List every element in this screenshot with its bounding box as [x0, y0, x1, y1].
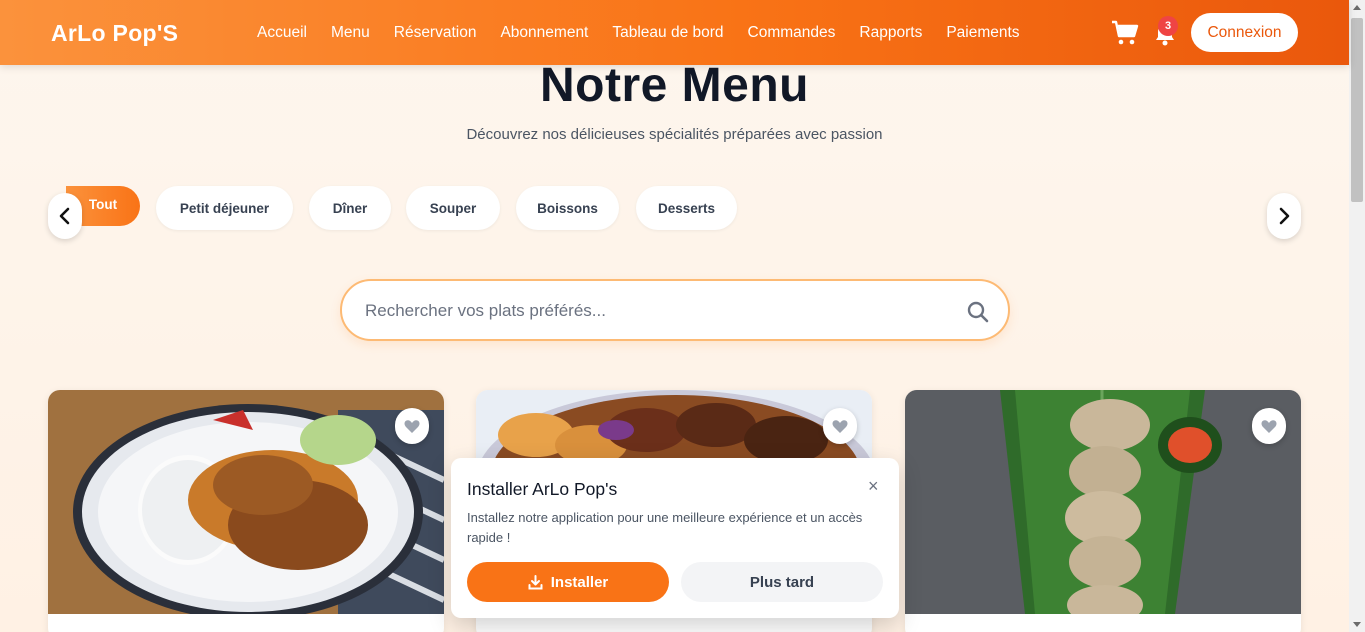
nav-commandes[interactable]: Commandes: [748, 24, 836, 42]
category-petit-dejeuner[interactable]: Petit déjeuner: [156, 186, 293, 230]
install-prompt: Installer ArLo Pop's × Installez notre a…: [451, 458, 899, 618]
download-icon: [528, 574, 543, 589]
scroll-up-arrow[interactable]: [1353, 5, 1361, 10]
page-title: Notre Menu: [540, 59, 809, 112]
login-button[interactable]: Connexion: [1191, 13, 1298, 52]
page-subtitle: Découvrez nos délicieuses spécialités pr…: [466, 126, 883, 143]
menu-card[interactable]: [48, 390, 444, 632]
navbar: ArLo Pop'S Accueil Menu Réservation Abon…: [0, 0, 1349, 65]
close-icon[interactable]: ×: [868, 476, 879, 497]
nav-paiements[interactable]: Paiements: [946, 24, 1019, 42]
category-boissons[interactable]: Boissons: [516, 186, 619, 230]
search-bar: [340, 279, 1010, 341]
nav-abonnement[interactable]: Abonnement: [500, 24, 588, 42]
favorite-button[interactable]: [395, 408, 429, 444]
chevron-left-icon: [59, 207, 70, 225]
category-prev-button[interactable]: [48, 193, 82, 239]
nav-tableau-de-bord[interactable]: Tableau de bord: [612, 24, 723, 42]
nav-menu[interactable]: Menu: [331, 24, 370, 42]
notification-badge: 3: [1158, 16, 1178, 36]
nav-reservation[interactable]: Réservation: [394, 24, 477, 42]
category-souper[interactable]: Souper: [406, 186, 500, 230]
dish-image-chicken-rice: [48, 390, 444, 614]
nav-accueil[interactable]: Accueil: [257, 24, 307, 42]
install-title: Installer ArLo Pop's: [467, 479, 618, 499]
dish-image-leaf-cakes: [905, 390, 1301, 614]
cart-icon[interactable]: [1111, 20, 1139, 46]
menu-card[interactable]: [905, 390, 1301, 632]
heart-icon: [1261, 419, 1277, 433]
heart-icon: [404, 419, 420, 433]
later-button[interactable]: Plus tard: [681, 562, 883, 602]
favorite-button[interactable]: [823, 408, 857, 444]
install-button-label: Installer: [550, 573, 609, 591]
install-description: Installez notre application pour une mei…: [467, 510, 863, 545]
nav-links: Accueil Menu Réservation Abonnement Tabl…: [257, 24, 1044, 42]
scroll-thumb[interactable]: [1351, 18, 1363, 202]
nav-rapports[interactable]: Rapports: [859, 24, 922, 42]
chevron-right-icon: [1279, 207, 1290, 225]
category-next-button[interactable]: [1267, 193, 1301, 239]
search-input[interactable]: [365, 298, 945, 324]
scroll-down-arrow[interactable]: [1353, 622, 1361, 627]
category-desserts[interactable]: Desserts: [636, 186, 737, 230]
category-diner[interactable]: Dîner: [309, 186, 391, 230]
favorite-button[interactable]: [1252, 408, 1286, 444]
brand-logo[interactable]: ArLo Pop'S: [51, 20, 178, 47]
search-icon[interactable]: [966, 300, 990, 324]
heart-icon: [832, 419, 848, 433]
install-button[interactable]: Installer: [467, 562, 669, 602]
